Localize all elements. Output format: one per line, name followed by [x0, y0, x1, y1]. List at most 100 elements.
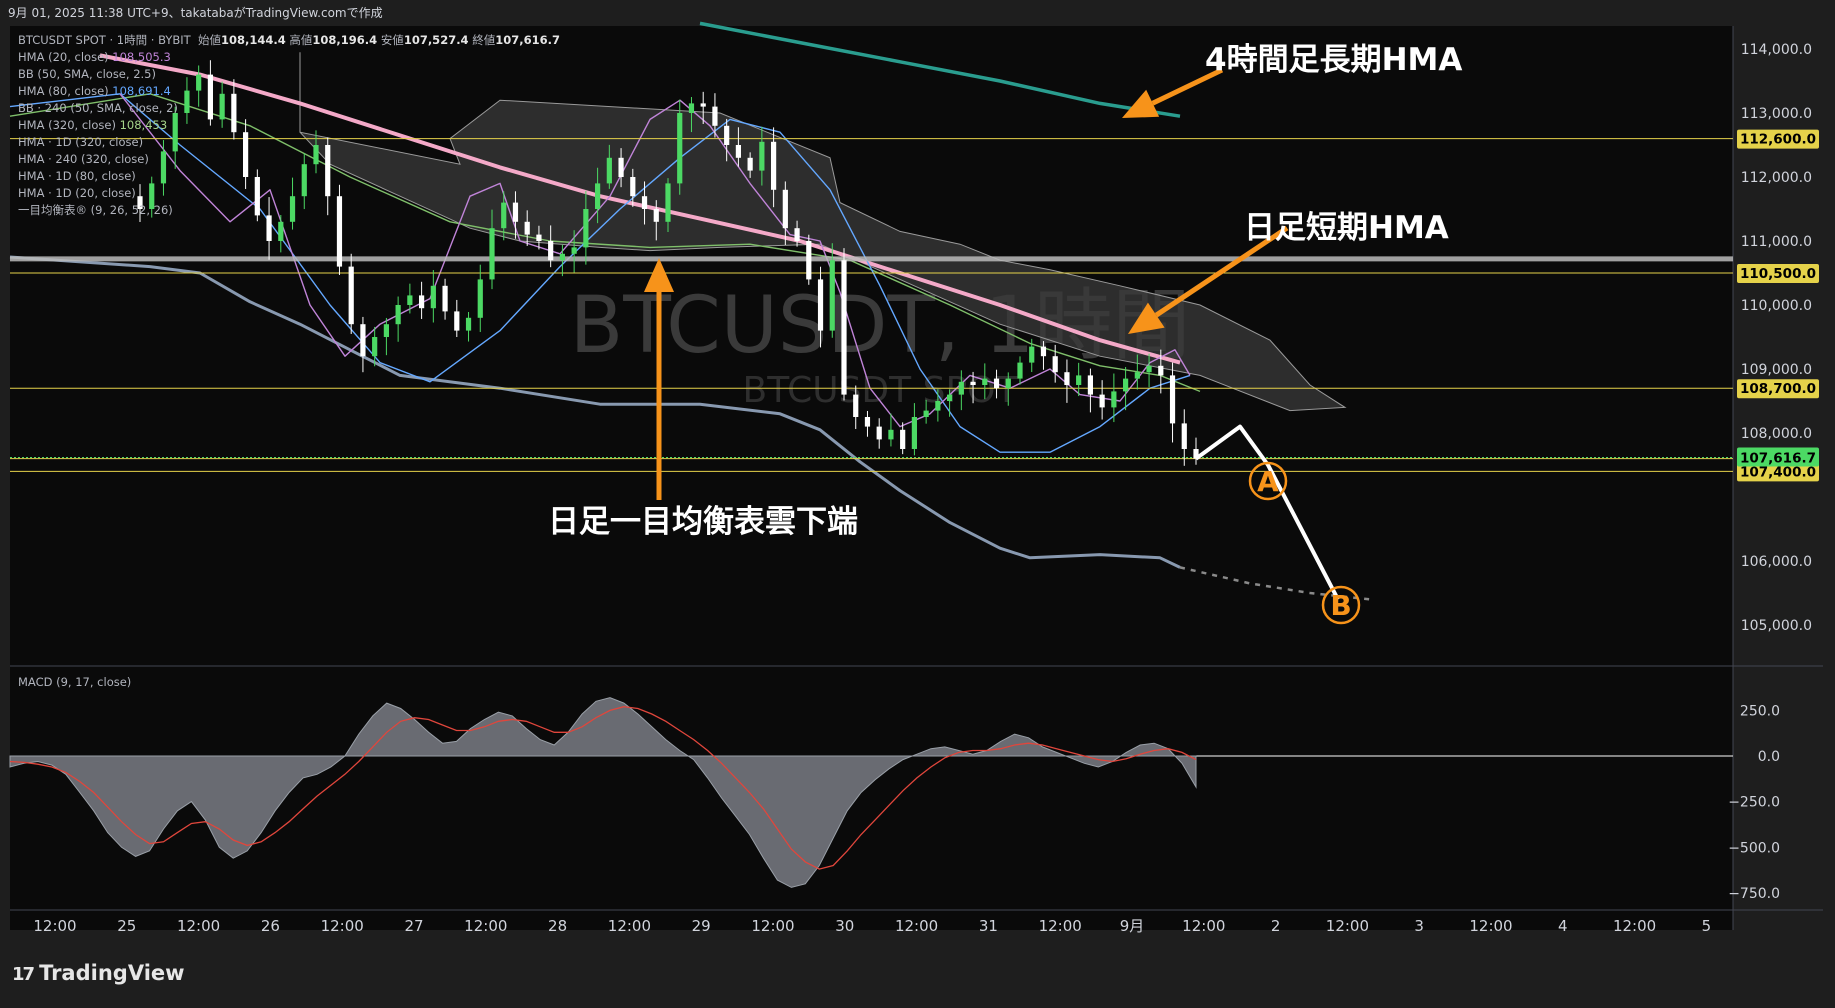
x-tick-label: 9月 [1120, 917, 1145, 935]
x-tick-label: 3 [1414, 917, 1424, 935]
x-tick-label: 25 [117, 917, 136, 935]
candle-body [935, 401, 941, 411]
y-tick-label: 109,000.0 [1741, 362, 1812, 378]
x-tick-label: 12:00 [1613, 917, 1656, 935]
x-tick-label: 12:00 [1182, 917, 1225, 935]
candle-body [853, 394, 859, 417]
x-tick-label: 4 [1558, 917, 1568, 935]
candle-body [771, 141, 777, 190]
candle-body [571, 247, 577, 254]
legend-symbol: BTCUSDT SPOT · 1時間 · BYBIT [18, 33, 191, 47]
legend-row-hma320[interactable]: HMA (320, close) 108,453 [18, 117, 560, 134]
tradingview-logo[interactable]: 17 TradingView [12, 961, 185, 985]
candle-body [1064, 372, 1070, 385]
legend-low-value: 107,527.4 [403, 33, 469, 47]
legend-row-hma1d320[interactable]: HMA · 1D (320, close) [18, 134, 560, 151]
y-tick-label: 113,000.0 [1741, 106, 1812, 122]
tradingview-logo-icon: 17 [12, 964, 35, 985]
candle-body [1158, 365, 1164, 376]
candle-body [747, 157, 753, 171]
legend-row-ichimoku[interactable]: 一目均衡表® (9, 26, 52, 26) [18, 202, 560, 219]
candle-body [993, 378, 1000, 389]
legend-low-label: 安値 [380, 33, 404, 47]
legend-row-hma80[interactable]: HMA (80, close) 108,691.4 [18, 83, 560, 100]
y-tick-label: 114,000.0 [1741, 42, 1812, 58]
legend-row-hma1d20[interactable]: HMA · 1D (20, close) [18, 185, 560, 202]
candle-body [372, 337, 378, 357]
current-price-label: 107,616.7 [1740, 451, 1816, 467]
candle-body [1123, 378, 1129, 392]
candle-body [841, 260, 847, 395]
candle-body [1134, 372, 1140, 379]
x-tick-label: 30 [835, 917, 854, 935]
x-tick-label: 2 [1271, 917, 1281, 935]
marker-b-label: B [1330, 589, 1351, 622]
legend-row-bb240[interactable]: BB · 240 (50, SMA, close, 2) [18, 100, 560, 117]
legend-symbol-row[interactable]: BTCUSDT SPOT · 1時間 · BYBIT 始値108,144.4 高… [18, 32, 560, 49]
candle-body [536, 234, 542, 241]
y-tick-label: 110,000.0 [1741, 298, 1812, 314]
x-tick-label: 27 [404, 917, 423, 935]
candle-body [923, 410, 929, 417]
macd-y-tick-label: −250.0 [1728, 795, 1780, 811]
macd-y-tick-label: 250.0 [1740, 703, 1780, 719]
candle-body [759, 141, 765, 171]
candle-body [1111, 391, 1117, 408]
candle-body [829, 260, 835, 331]
candle-body [395, 305, 401, 325]
candle-body [278, 221, 284, 241]
candle-body [1076, 375, 1082, 385]
candle-body [688, 103, 695, 113]
candle-body [559, 253, 565, 261]
x-tick-label: 12:00 [1039, 917, 1082, 935]
candle-body [724, 125, 730, 145]
candle-body [653, 209, 659, 222]
candle-body [806, 241, 812, 280]
candle-body [348, 266, 354, 325]
x-tick-label: 12:00 [1326, 917, 1369, 935]
legend-row-hma1d80[interactable]: HMA · 1D (80, close) [18, 168, 560, 185]
macd-y-tick-label: −750.0 [1728, 886, 1780, 902]
legend-open-value: 108,144.4 [221, 33, 286, 47]
level-tag-label: 108,700.0 [1740, 381, 1816, 397]
annotation-ichimoku-cloud-bottom: 日足一目均衡表雲下端 [548, 504, 858, 540]
legend-close-label: 終値 [472, 33, 496, 47]
candle-body [442, 285, 448, 312]
annotation-1d-short-hma: 日足短期HMA [1244, 210, 1449, 246]
candle-body [606, 157, 612, 184]
legend-row-hma20[interactable]: HMA (20, close) 108,505.3 [18, 49, 560, 66]
candle-body [360, 324, 366, 357]
level-tag-label: 112,600.0 [1740, 132, 1816, 148]
candle-body [982, 378, 988, 385]
candle-body [864, 417, 871, 427]
candle-body [1040, 346, 1047, 357]
x-tick-label: 29 [692, 917, 711, 935]
candle-body [489, 228, 495, 280]
legend-row-bb50[interactable]: BB (50, SMA, close, 2.5) [18, 66, 560, 83]
legend-row-hma240-320[interactable]: HMA · 240 (320, close) [18, 151, 560, 168]
candle-body [735, 145, 741, 158]
candle-body [419, 295, 425, 309]
candle-body [876, 426, 882, 440]
candle-body [970, 381, 976, 385]
candle-body [465, 317, 472, 331]
legend-high-value: 108,196.4 [312, 33, 378, 47]
chart-stage: BTCUSDT, 1時間 BTCUSDT SPOT 112,600.0 110,5… [0, 0, 1835, 1004]
candle-body [665, 183, 671, 222]
x-tick-label: 5 [1702, 917, 1712, 935]
y-tick-label: 106,000.0 [1741, 554, 1812, 570]
x-tick-label: 28 [548, 917, 567, 935]
candle-body [1029, 346, 1035, 363]
annotation-4h-long-hma: 4時間足長期HMA [1205, 42, 1463, 78]
candle-body [641, 196, 648, 209]
x-tick-label: 12:00 [321, 917, 364, 935]
macd-legend[interactable]: MACD (9, 17, close) [18, 675, 131, 689]
level-tag-label: 110,500.0 [1740, 266, 1816, 282]
candle-body [1181, 423, 1187, 449]
candle-body [782, 189, 788, 229]
candle-body [947, 394, 953, 401]
candle-body [595, 183, 601, 209]
candle-body [888, 429, 894, 440]
x-tick-label: 26 [261, 917, 280, 935]
x-tick-label: 12:00 [895, 917, 938, 935]
